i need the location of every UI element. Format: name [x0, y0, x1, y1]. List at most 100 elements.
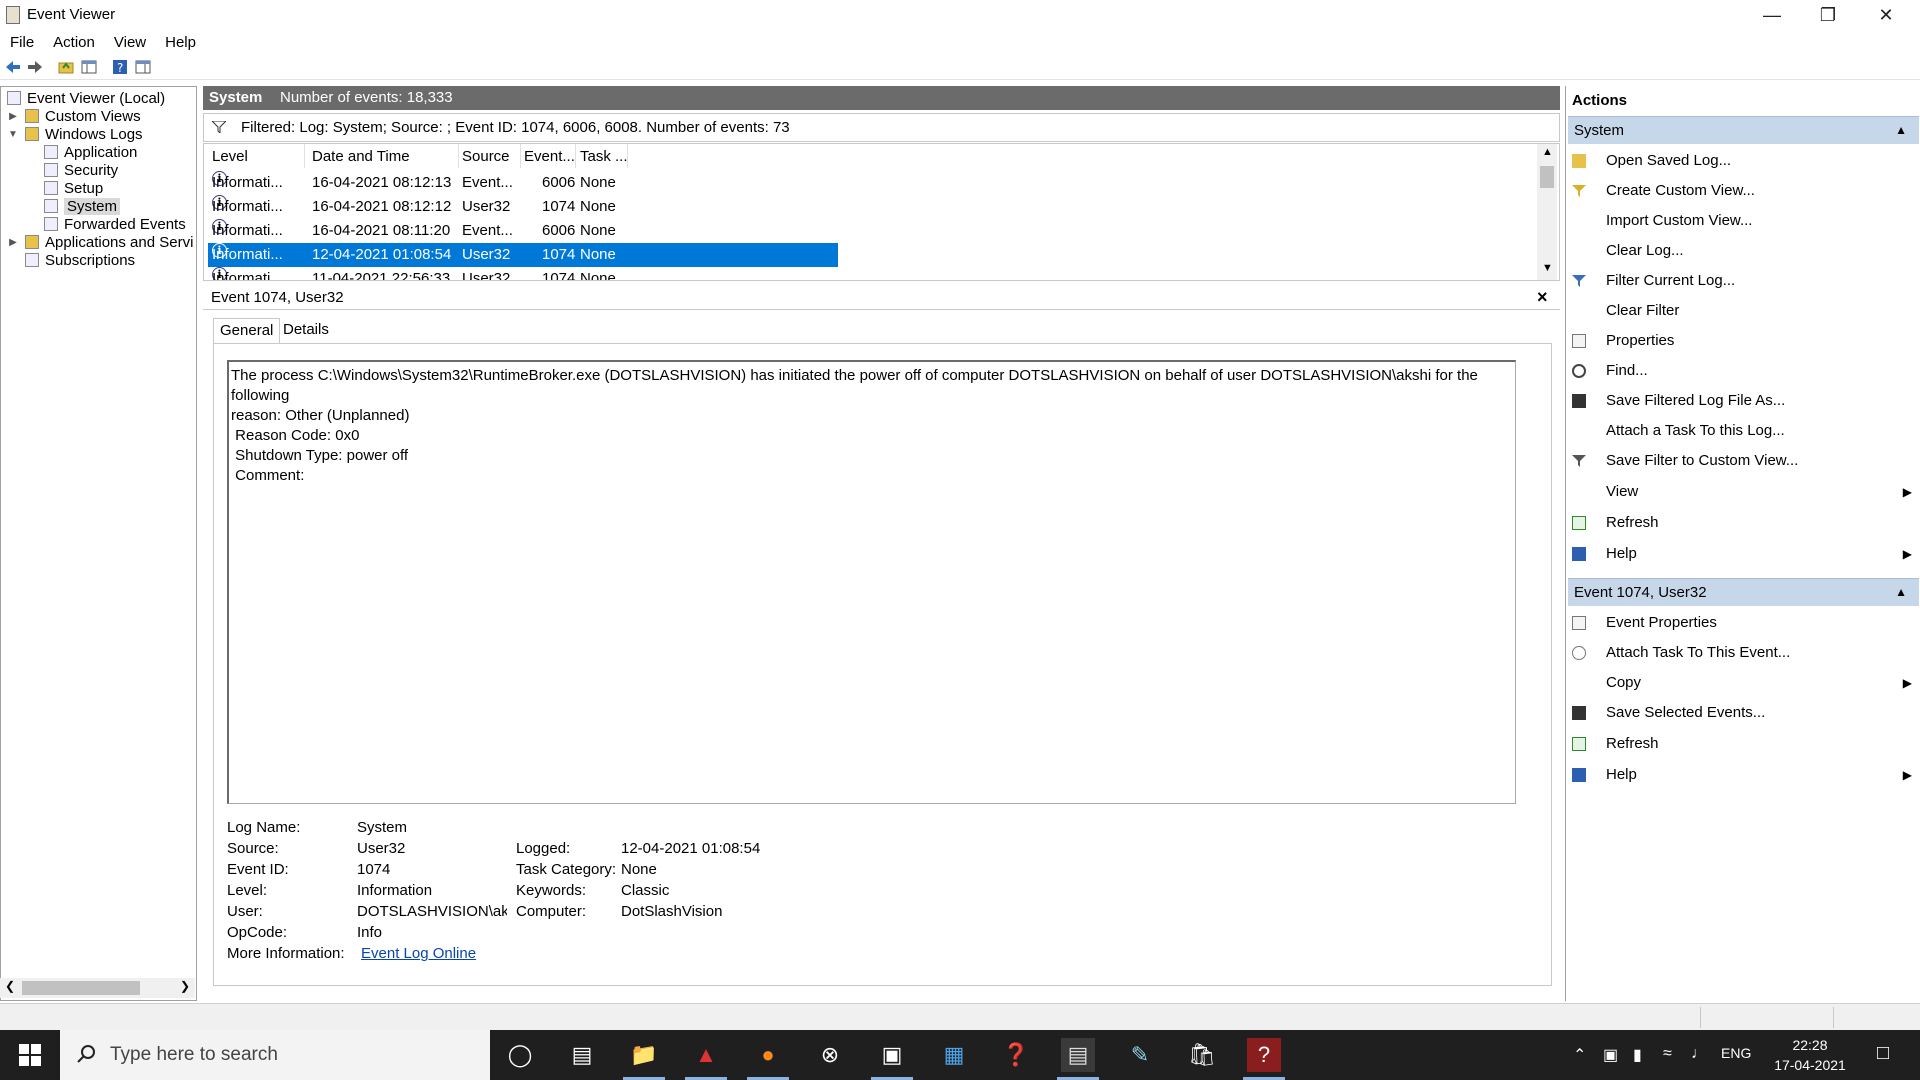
firefox-icon[interactable]: ● [747, 1038, 789, 1080]
action-attach-task-to-log[interactable]: Attach a Task To this Log... [1572, 418, 1912, 444]
table-row[interactable]: i Informati... 16-04-2021 08:12:12 User3… [208, 195, 838, 219]
action-save-selected-events[interactable]: Save Selected Events... [1572, 700, 1912, 726]
xbox-icon[interactable]: ⊗ [813, 1038, 847, 1072]
task-view-icon[interactable]: ▤ [565, 1038, 599, 1072]
task-clock-icon [1572, 646, 1586, 660]
back-arrow-icon[interactable] [5, 59, 21, 75]
action-filter-current-log[interactable]: Filter Current Log... [1572, 268, 1912, 294]
file-explorer-icon[interactable]: 📁 [623, 1038, 665, 1080]
action-import-custom-view[interactable]: Import Custom View... [1572, 208, 1912, 234]
action-help-event[interactable]: Help ▶ [1572, 762, 1912, 788]
events-vertical-scrollbar[interactable]: ▲ ▼ [1537, 144, 1557, 280]
tree-horizontal-scrollbar[interactable]: ❮ ❯ [0, 978, 195, 998]
action-properties[interactable]: Properties [1572, 328, 1912, 354]
tree-item-security[interactable]: Security [44, 161, 118, 181]
cortana-icon[interactable]: ◯ [503, 1038, 537, 1072]
actions-section-event[interactable]: Event 1074, User32 ▲ [1568, 578, 1919, 606]
table-row[interactable]: i Informati... 16-04-2021 08:11:20 Event… [208, 219, 838, 243]
taskbar-search-box[interactable]: Type here to search [60, 1030, 490, 1080]
tree-item-forwarded-events[interactable]: Forwarded Events [44, 215, 186, 235]
action-attach-task-to-event[interactable]: Attach Task To This Event... [1572, 640, 1912, 666]
minimize-button[interactable]: — [1744, 0, 1800, 30]
event-viewer-taskbar-icon[interactable]: ▤ [1057, 1038, 1099, 1080]
action-copy[interactable]: Copy ▶ [1572, 670, 1912, 696]
action-pane-icon[interactable] [135, 59, 151, 75]
action-refresh[interactable]: Refresh [1572, 510, 1912, 536]
console-tree-icon[interactable] [81, 59, 97, 75]
menu-file[interactable]: File [10, 34, 34, 51]
tree-item-setup[interactable]: Setup [44, 179, 103, 199]
store-icon[interactable]: 🛍 [1185, 1038, 1219, 1072]
terminal-icon[interactable]: ▣ [871, 1038, 913, 1080]
scrollbar-thumb[interactable] [22, 981, 140, 995]
wifi-icon[interactable]: ≈ [1663, 1045, 1672, 1063]
actions-section-system[interactable]: System ▲ [1568, 116, 1919, 144]
tree-item-event-viewer-local[interactable]: Event Viewer (Local) [7, 89, 165, 109]
action-help[interactable]: Help ▶ [1572, 541, 1912, 567]
event-log-online-link[interactable]: Event Log Online [361, 945, 476, 962]
table-row[interactable]: i Informati... 11-04-2021 22:56:33 User3… [208, 267, 838, 280]
menu-action[interactable]: Action [53, 34, 95, 51]
action-view[interactable]: View ▶ [1572, 479, 1912, 505]
expand-caret-icon[interactable]: ▶ [7, 237, 19, 248]
close-detail-icon[interactable]: × [1537, 287, 1548, 308]
help-app-icon[interactable]: ? [1243, 1038, 1285, 1080]
menu-view[interactable]: View [114, 34, 146, 51]
column-header-event-id[interactable]: Event... [524, 148, 575, 165]
refresh-icon [1572, 516, 1586, 530]
table-row[interactable]: i Informati... 16-04-2021 08:12:13 Event… [208, 171, 838, 195]
notepad-icon[interactable]: ✎ [1123, 1038, 1157, 1072]
tab-general[interactable]: General [213, 318, 281, 344]
action-find[interactable]: Find... [1572, 358, 1912, 384]
action-save-filter-to-custom-view[interactable]: Save Filter to Custom View... [1572, 448, 1912, 474]
language-indicator[interactable]: ENG [1721, 1045, 1751, 1061]
tree-item-application[interactable]: Application [44, 143, 137, 163]
tree-item-custom-views[interactable]: Custom Views [25, 107, 141, 127]
restore-button[interactable]: ❐ [1800, 0, 1856, 30]
collapse-section-icon[interactable]: ▲ [1895, 585, 1907, 599]
help-icon[interactable]: ? [112, 59, 128, 75]
tree-item-applications-services[interactable]: Applications and Servi [25, 233, 193, 253]
scroll-left-icon[interactable]: ❮ [5, 979, 15, 993]
scrollbar-thumb[interactable] [1540, 166, 1554, 188]
column-header-date[interactable]: Date and Time [312, 148, 410, 165]
collapse-section-icon[interactable]: ▲ [1895, 123, 1907, 137]
action-event-properties[interactable]: Event Properties [1572, 610, 1912, 636]
game-app-icon[interactable]: ▲ [685, 1038, 727, 1080]
folder-up-icon[interactable] [58, 59, 74, 75]
action-refresh-event[interactable]: Refresh [1572, 731, 1912, 757]
action-open-saved-log[interactable]: Open Saved Log... [1572, 148, 1912, 174]
tab-details[interactable]: Details [277, 318, 335, 344]
action-clear-filter[interactable]: Clear Filter [1572, 298, 1912, 324]
action-create-custom-view[interactable]: Create Custom View... [1572, 178, 1912, 204]
label-task-category: Task Category: [516, 861, 617, 878]
forward-arrow-icon[interactable] [27, 59, 43, 75]
menu-help[interactable]: Help [165, 34, 196, 51]
window-title: Event Viewer [27, 6, 116, 23]
action-clear-log[interactable]: Clear Log... [1572, 238, 1912, 264]
event-message-box[interactable]: The process C:\Windows\System32\RuntimeB… [227, 360, 1516, 804]
battery-icon[interactable]: ▮ [1633, 1045, 1642, 1065]
column-header-level[interactable]: Level [212, 148, 248, 165]
device-icon[interactable]: ▣ [1603, 1045, 1618, 1065]
table-row-selected[interactable]: i Informati... 12-04-2021 01:08:54 User3… [208, 243, 838, 267]
start-button[interactable] [0, 1030, 60, 1080]
tree-item-windows-logs[interactable]: Windows Logs [25, 125, 143, 145]
tree-item-system[interactable]: System [44, 197, 121, 217]
scroll-up-icon[interactable]: ▲ [1542, 146, 1553, 158]
collapse-caret-icon[interactable]: ▼ [7, 129, 19, 140]
action-save-filtered-log[interactable]: Save Filtered Log File As... [1572, 388, 1912, 414]
show-hidden-icons-icon[interactable]: ⌃ [1573, 1045, 1586, 1065]
tree-item-subscriptions[interactable]: Subscriptions [25, 251, 135, 271]
notifications-icon[interactable]: □ [1877, 1042, 1889, 1065]
expand-caret-icon[interactable]: ▶ [7, 111, 19, 122]
feedback-hub-icon[interactable]: ❓ [999, 1038, 1033, 1072]
column-header-task[interactable]: Task ... [580, 148, 628, 165]
clock[interactable]: 22:28 17-04-2021 [1770, 1035, 1850, 1075]
scroll-right-icon[interactable]: ❯ [180, 979, 190, 993]
close-window-button[interactable]: ✕ [1858, 0, 1914, 30]
scroll-down-icon[interactable]: ▼ [1542, 262, 1553, 274]
control-panel-icon[interactable]: ▦ [937, 1038, 971, 1072]
volume-icon[interactable]: ♩ [1691, 1045, 1707, 1063]
column-header-source[interactable]: Source [462, 148, 510, 165]
